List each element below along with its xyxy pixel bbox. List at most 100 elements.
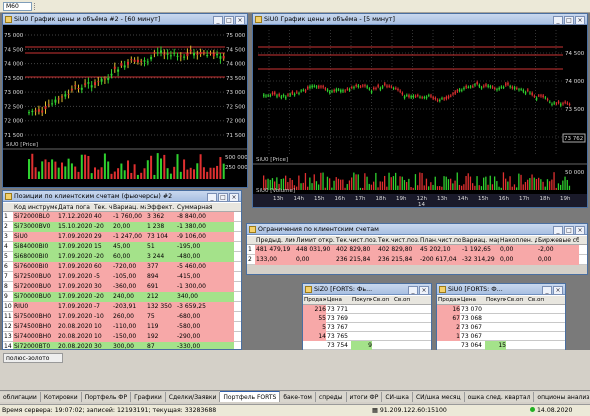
y-tick-label: 74 000 [565, 79, 585, 85]
table-cell: 29 [93, 232, 112, 242]
limits-window[interactable]: Ограничения по клиентским счетам _ □ × Пре… [246, 223, 588, 275]
dom1-titlebar[interactable]: SiZ0 [FORTS: Фь... _ × [303, 284, 431, 295]
table-row[interactable]: 10 RIU0 17.09.2020 -7 -203,91 132 350 -3 659,2… [3, 302, 241, 312]
orderbook-row[interactable]: 73 064 15 [437, 341, 565, 350]
maximize-button[interactable]: □ [224, 16, 234, 25]
candle-body [337, 89, 340, 91]
limits-titlebar[interactable]: Ограничения по клиентским счетам _ □ × [247, 224, 587, 235]
maximize-button[interactable]: □ [218, 193, 228, 202]
tab-9[interactable]: СИ-шка [382, 392, 413, 402]
tab-8[interactable]: итоги ФР [346, 392, 383, 402]
x-tick-label: 13h [437, 196, 448, 202]
table-cell: 30 [93, 282, 112, 292]
limits-table[interactable]: Предыд. лимитЛимит откр. пТек.чист.поз.Т… [247, 236, 587, 274]
positions-window[interactable]: Позиции по клиентским счетам (фьючерсы) … [2, 190, 242, 350]
chart1-titlebar[interactable]: SiU0 График цены и объёма #2 - [60 минут… [3, 14, 247, 25]
tab-1[interactable]: Котировки [40, 392, 82, 402]
tab-12[interactable]: опционы анализ [534, 392, 590, 402]
table-row[interactable]: 9 Si70000BU0 17.09.2020 -20 240,00 212 340,00 [3, 292, 241, 302]
maximize-button[interactable]: □ [564, 16, 574, 25]
table-row[interactable]: 6 Si76000BI0 17.09.2020 60 -720,00 377 -5 460,… [3, 262, 241, 272]
orderbook-row[interactable]: 1473 765 [303, 332, 431, 341]
candle-body [397, 89, 399, 91]
table-cell: 17.09.2020 [57, 282, 93, 292]
close-button[interactable]: × [235, 16, 245, 25]
candle-body [344, 90, 346, 92]
close-button[interactable]: × [419, 286, 429, 295]
tab-6[interactable]: баке-том [280, 392, 316, 402]
table-row[interactable]: 12 Si74500BH0 20.08.2020 10 -110,00 119 -580,0… [3, 322, 241, 332]
candle-body [94, 82, 96, 86]
orderbook-row[interactable]: 21673 771 [303, 305, 431, 314]
table-row[interactable]: 1 481 479,19 448 031,90 402 829,80 402 829,8… [247, 245, 587, 255]
minimize-button[interactable]: _ [553, 226, 563, 235]
table-cell: 73 765 [327, 333, 348, 340]
table-row[interactable]: 2 133,00 0,00 236 215,84 236 215,84 -200 617,… [247, 255, 587, 265]
timeframe-combo[interactable]: M60 [3, 2, 32, 11]
orderbook-row[interactable]: 73 754 9 [303, 341, 431, 350]
table-row[interactable]: 13 Si74000BH0 20.08.2020 10 -150,00 192 -290,0… [3, 332, 241, 342]
table-cell: 20.08.2020 [57, 342, 93, 349]
chart-60min-window[interactable]: SiU0 График цены и объёма #2 - [60 минут… [2, 13, 248, 188]
minimize-button[interactable]: _ [542, 286, 552, 295]
volume-bar [87, 155, 90, 179]
close-button[interactable]: × [575, 226, 585, 235]
column-header: Тек.чист.поз. [336, 237, 377, 244]
tab-5[interactable]: Портфель FORTS [220, 391, 281, 402]
candle-body [179, 55, 182, 57]
tab-11[interactable]: ошка след. квартал [464, 392, 535, 402]
positions-titlebar[interactable]: Позиции по клиентским счетам (фьючерсы) … [3, 191, 241, 202]
table-cell: 4 [4, 243, 8, 250]
volume-bar [377, 187, 379, 190]
close-button[interactable]: × [553, 286, 563, 295]
tab-7[interactable]: спреды [315, 392, 347, 402]
candle-body [478, 85, 481, 87]
tab-0[interactable]: облигации [0, 392, 41, 402]
table-row[interactable]: 3 SiU0 17.09.2020 29 -1 247,00 73 104 -9 106,0… [3, 232, 241, 242]
table-row[interactable]: 4 Si84000BI0 17.09.2020 15 45,00 51 -195,00 [3, 242, 241, 252]
volume-bar [531, 174, 533, 190]
chart1-canvas[interactable]: 75 000 75 000 74 500 74 500 74 000 74 000 73 5… [3, 25, 247, 187]
table-cell: -720,00 [112, 262, 146, 272]
volume-bar [342, 179, 344, 190]
maximize-button[interactable]: □ [564, 226, 574, 235]
orderbook-row[interactable]: 173 067 [437, 332, 565, 341]
orderbook-row[interactable]: 6773 068 [437, 314, 565, 323]
volume-bar [511, 186, 513, 190]
volume-bar [454, 180, 456, 190]
table-row[interactable]: 11 Si75000BH0 17.09.2020 -10 260,00 75 -680,00 [3, 312, 241, 322]
table-row[interactable]: 5 Si68000BI0 17.09.2020 -20 60,00 3 244 -480,0… [3, 252, 241, 262]
orderbook-row[interactable]: 573 767 [303, 323, 431, 332]
orderbook-row[interactable]: 273 067 [437, 323, 565, 332]
table-row[interactable]: 7 Si72500BU0 17.09.2020 -5 -105,00 894 -415,00 [3, 272, 241, 282]
close-button[interactable]: × [229, 193, 239, 202]
tab-4[interactable]: Сделки/Заявки [165, 392, 221, 402]
bottom-area: полюс-золото облигации Котировки Портфель … [0, 350, 590, 416]
volume-bar [443, 176, 445, 190]
chart-5min-window[interactable]: SiU0 График цены и объёма - [5 минут] _ □… [252, 13, 588, 208]
note-label[interactable]: полюс-золото [3, 353, 63, 363]
orderbook-row[interactable]: 5573 769 [303, 314, 431, 323]
tab-2[interactable]: Портфель ФР [81, 392, 132, 402]
dom2-titlebar[interactable]: SiU0 [FORTS: Ф... _ × [437, 284, 565, 295]
table-row[interactable]: 8 Si72000BU0 17.09.2020 30 -360,00 691 -1 300,… [3, 282, 241, 292]
table-cell: Si74000BH0 [13, 332, 57, 342]
minimize-button[interactable]: _ [213, 16, 223, 25]
table-row[interactable]: 14 Si72000BT0 20.08.2020 30 300,00 87 -330,00 [3, 342, 241, 349]
vol-tick-label: 50 000 [565, 170, 585, 176]
tab-10[interactable]: СИ/шка месяц [412, 392, 465, 402]
orderbook-row[interactable]: 1673 070 [437, 305, 565, 314]
minimize-button[interactable]: _ [408, 286, 418, 295]
volume-bar [320, 172, 322, 190]
positions-table[interactable]: Код инструментаДата пога Тек. чист.Вариац… [3, 203, 241, 349]
candle-body [430, 95, 432, 97]
close-button[interactable]: × [575, 16, 585, 25]
orderbook-icon [305, 286, 312, 293]
minimize-button[interactable]: _ [553, 16, 563, 25]
table-row[interactable]: 2 Si73000BV0 15.10.2020 -20 20,00 1 238 -1 380… [3, 222, 241, 232]
table-row[interactable]: 1 Si72000BL0 17.12.2020 40 -1 760,00 3 362 -8 … [3, 212, 241, 222]
chart2-canvas[interactable]: 74 50074 00073 50073 00073 762SiU0 [Pric… [253, 25, 587, 207]
tab-3[interactable]: Графики [131, 392, 166, 402]
chart2-titlebar[interactable]: SiU0 График цены и объёма - [5 минут] _ □… [253, 14, 587, 25]
minimize-button[interactable]: _ [207, 193, 217, 202]
